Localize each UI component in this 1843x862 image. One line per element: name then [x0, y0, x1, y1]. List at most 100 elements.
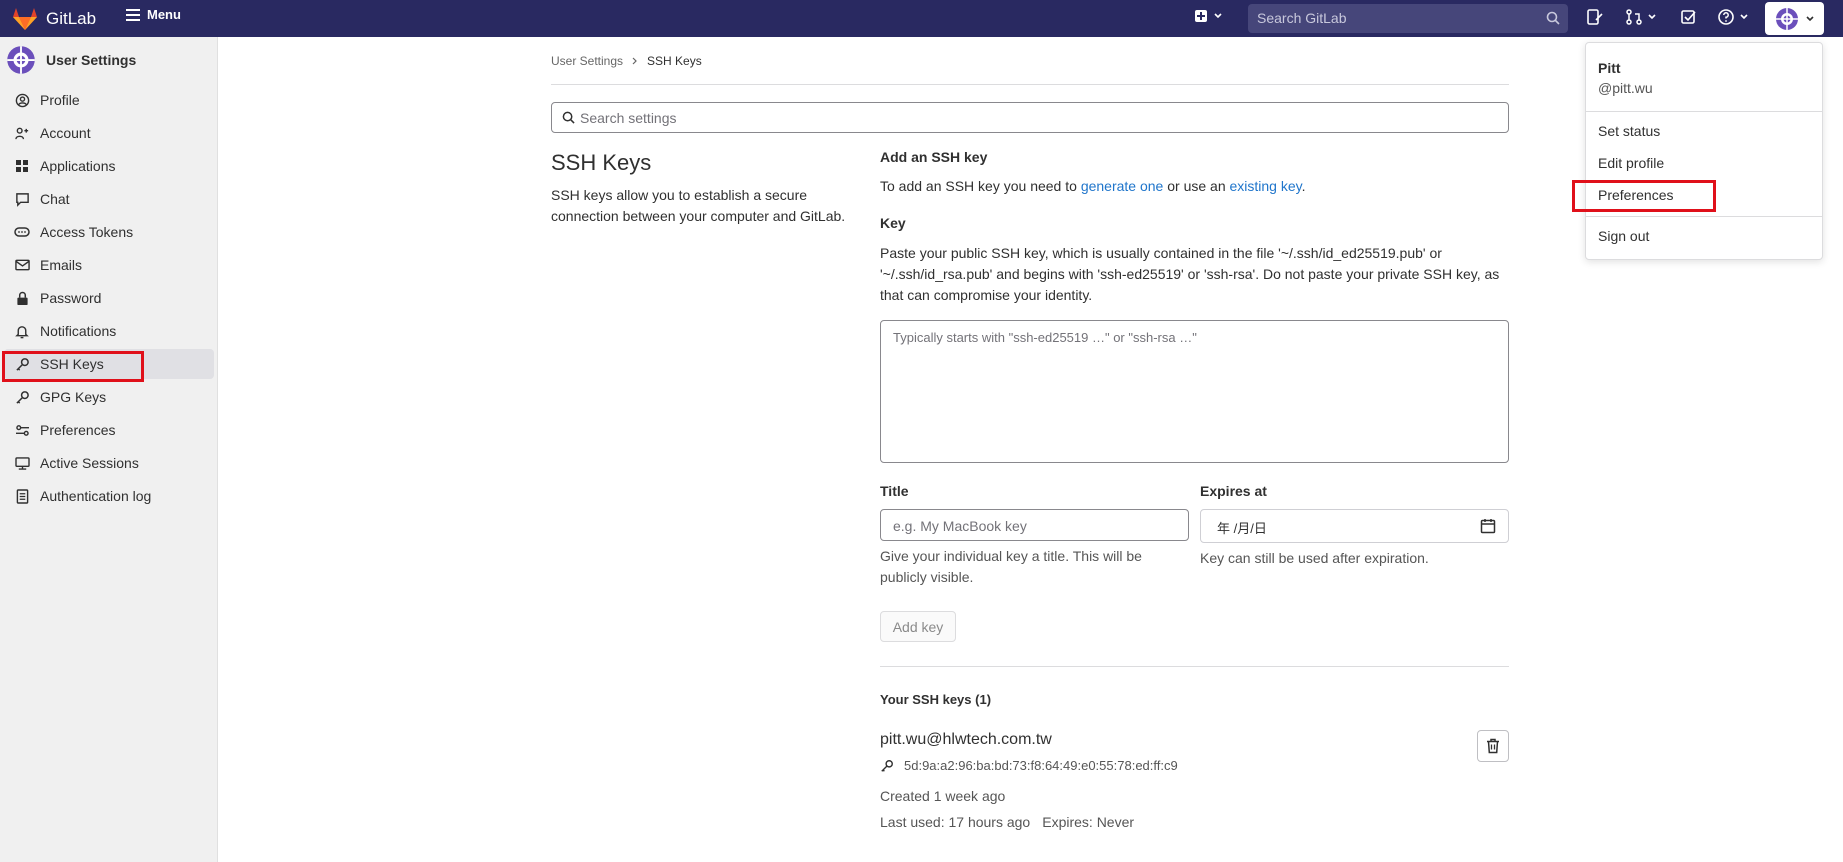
search-icon: [1546, 11, 1560, 25]
avatar: [1775, 7, 1798, 30]
sidebar-item-authentication-log[interactable]: Authentication log: [4, 481, 214, 511]
chevron-down-icon: [1214, 13, 1222, 19]
ssh-key-created: Created 1 week ago: [880, 788, 1006, 804]
sidebar-item-notifications[interactable]: Notifications: [4, 316, 214, 346]
ssh-key-title[interactable]: pitt.wu@hlwtech.com.tw: [880, 731, 1052, 749]
sidebar-item-account[interactable]: Account: [4, 118, 214, 148]
add-help-suffix: .: [1301, 178, 1306, 194]
title-input[interactable]: e.g. My MacBook key: [880, 509, 1189, 541]
sidebar-item-emails[interactable]: Emails: [4, 250, 214, 280]
brand-name: GitLab: [46, 9, 97, 28]
sidebar-item-active-sessions[interactable]: Active Sessions: [4, 448, 214, 478]
sidebar-item-password[interactable]: Password: [4, 283, 214, 313]
help-button[interactable]: [1717, 8, 1749, 26]
your-ssh-keys-heading: Your SSH keys (1): [880, 692, 992, 707]
user-menu-username[interactable]: @pitt.wu: [1598, 80, 1653, 96]
menu-label: Menu: [147, 7, 181, 22]
key-placeholder: Typically starts with "ssh-ed25519 …" or…: [893, 330, 1197, 345]
sidebar-item-applications[interactable]: Applications: [4, 151, 214, 181]
new-item-button[interactable]: [1193, 8, 1223, 24]
sidebar-item-label: Password: [40, 290, 102, 306]
add-ssh-key-title: Add an SSH key: [880, 149, 988, 165]
chevron-down-icon: [1805, 15, 1814, 21]
global-search-input[interactable]: Search GitLab: [1248, 4, 1568, 33]
merge-request-icon: [1626, 9, 1642, 25]
delete-key-button[interactable]: [1477, 730, 1509, 762]
mail-icon: [14, 257, 30, 273]
hamburger-icon: [126, 8, 140, 21]
chat-icon: [14, 191, 30, 207]
global-search-placeholder: Search GitLab: [1257, 10, 1347, 26]
ssh-key-expires: Expires: Never: [1042, 814, 1135, 830]
search-icon: [562, 111, 575, 124]
user-avatar-button[interactable]: [1765, 2, 1824, 35]
add-help-mid: or use an: [1163, 178, 1230, 194]
sidebar-header[interactable]: User Settings: [6, 45, 136, 75]
calendar-icon[interactable]: [1480, 518, 1496, 534]
key-textarea[interactable]: Typically starts with "ssh-ed25519 …" or…: [880, 320, 1509, 463]
existing-key-link[interactable]: existing key: [1230, 178, 1302, 194]
chevron-right-icon: [632, 57, 637, 65]
bell-icon: [14, 323, 30, 339]
user-menu-sign-out[interactable]: Sign out: [1598, 228, 1649, 244]
expires-date-input[interactable]: 年 /月/日: [1200, 509, 1509, 543]
menu-button[interactable]: Menu: [125, 7, 181, 22]
divider: [1586, 111, 1822, 112]
breadcrumb-current[interactable]: SSH Keys: [647, 54, 702, 68]
applications-icon: [14, 158, 30, 174]
title-label: Title: [880, 483, 909, 499]
key-icon: [14, 389, 30, 405]
log-icon: [14, 488, 30, 504]
generate-one-link[interactable]: generate one: [1081, 178, 1164, 194]
issues-icon[interactable]: [1586, 8, 1604, 26]
sidebar-item-preferences[interactable]: Preferences: [4, 415, 214, 445]
highlight-ssh-keys: [2, 351, 144, 382]
user-menu-edit-profile[interactable]: Edit profile: [1598, 155, 1664, 171]
settings-sidebar: User Settings Profile Account Applicatio…: [0, 37, 218, 862]
chevron-down-icon: [1648, 14, 1656, 20]
avatar: [7, 46, 35, 74]
divider: [1586, 216, 1822, 217]
sidebar-item-profile[interactable]: Profile: [4, 85, 214, 115]
divider: [880, 666, 1509, 667]
search-settings-input[interactable]: Search settings: [551, 102, 1509, 133]
sidebar-item-label: Emails: [40, 257, 83, 273]
sidebar-item-label: Account: [40, 125, 91, 141]
ssh-key-fingerprint-row: 5d:9a:a2:96:ba:bd:73:f8:64:49:e0:55:78:e…: [880, 758, 1178, 773]
breadcrumb: User Settings SSH Keys: [551, 54, 702, 68]
sidebar-item-label: Applications: [40, 158, 116, 174]
highlight-preferences: [1572, 180, 1716, 212]
sidebar-item-gpg-keys[interactable]: GPG Keys: [4, 382, 214, 412]
help-icon: [1718, 9, 1734, 25]
sidebar-item-label: Chat: [40, 191, 70, 207]
add-help-prefix: To add an SSH key you need to: [880, 178, 1081, 194]
expires-value: 年 /月/日: [1217, 521, 1267, 536]
user-menu-dropdown: Pitt @pitt.wu Set status Edit profile Pr…: [1585, 42, 1823, 260]
todo-icon[interactable]: [1680, 8, 1698, 26]
add-key-button[interactable]: Add key: [880, 611, 956, 642]
breadcrumb-parent[interactable]: User Settings: [551, 54, 623, 68]
account-icon: [14, 125, 30, 141]
expires-help: Key can still be used after expiration.: [1200, 550, 1429, 566]
sidebar-item-chat[interactable]: Chat: [4, 184, 214, 214]
plus-square-icon: [1195, 10, 1207, 22]
page-description: SSH keys allow you to establish a secure…: [551, 187, 846, 224]
merge-requests-button[interactable]: [1625, 8, 1657, 26]
title-placeholder: e.g. My MacBook key: [893, 518, 1027, 534]
sidebar-item-label: Profile: [40, 92, 80, 108]
gitlab-tanuki-icon: [13, 8, 37, 30]
page-title: SSH Keys: [551, 150, 652, 175]
key-label: Key: [880, 215, 906, 231]
gitlab-logo[interactable]: GitLab: [12, 7, 96, 31]
divider: [551, 84, 1509, 85]
ssh-key-usage-row: Last used: 17 hours ago Expires: Never: [880, 814, 1134, 830]
sidebar-item-label: Active Sessions: [40, 455, 139, 471]
user-menu-set-status[interactable]: Set status: [1598, 123, 1660, 139]
token-icon: [14, 224, 30, 240]
add-ssh-key-help: To add an SSH key you need to generate o…: [880, 178, 1306, 194]
profile-icon: [14, 92, 30, 108]
ssh-key-fingerprint: 5d:9a:a2:96:ba:bd:73:f8:64:49:e0:55:78:e…: [904, 758, 1178, 773]
sidebar-item-access-tokens[interactable]: Access Tokens: [4, 217, 214, 247]
user-menu-name[interactable]: Pitt: [1598, 60, 1621, 76]
title-help: Give your individual key a title. This w…: [880, 548, 1142, 585]
